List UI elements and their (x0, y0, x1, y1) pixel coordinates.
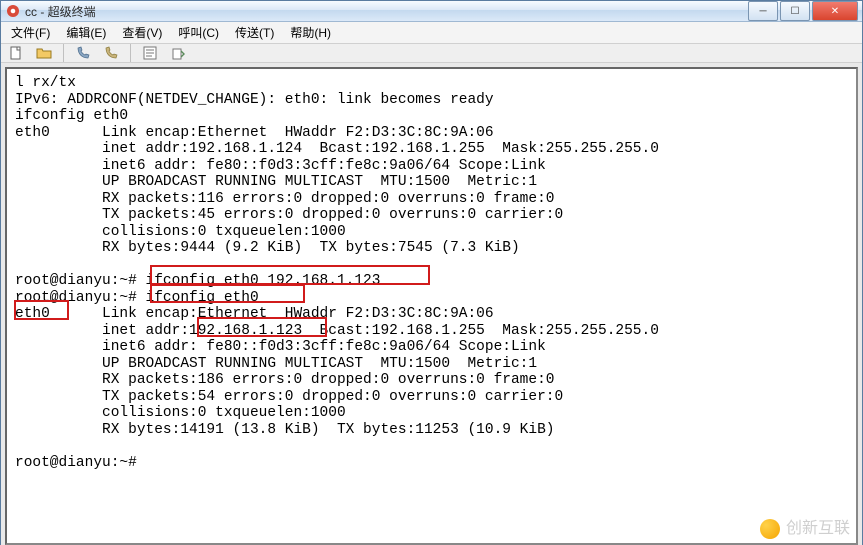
terminal-line: RX bytes:14191 (13.8 KiB) TX bytes:11253… (15, 422, 848, 439)
terminal-line: TX packets:54 errors:0 dropped:0 overrun… (15, 389, 848, 406)
titlebar: cc - 超级终端 ─ ☐ ✕ (1, 1, 862, 22)
properties-icon[interactable] (141, 44, 159, 62)
terminal-line: collisions:0 txqueuelen:1000 (15, 405, 848, 422)
phone-disconnect-icon[interactable] (102, 44, 120, 62)
toolbar-separator (130, 44, 131, 62)
menu-view[interactable]: 查看(V) (116, 22, 168, 43)
terminal-line: inet addr:192.168.1.123 Bcast:192.168.1.… (15, 323, 848, 340)
terminal-line: RX packets:186 errors:0 dropped:0 overru… (15, 372, 848, 389)
terminal-line (15, 438, 848, 455)
terminal-line: inet6 addr: fe80::f0d3:3cff:fe8c:9a06/64… (15, 158, 848, 175)
close-button[interactable]: ✕ (812, 1, 858, 21)
terminal-line: eth0 Link encap:Ethernet HWaddr F2:D3:3C… (15, 306, 848, 323)
terminal-area: l rx/txIPv6: ADDRCONF(NETDEV_CHANGE): et… (1, 63, 862, 545)
new-file-icon[interactable] (7, 44, 25, 62)
terminal-line: RX packets:116 errors:0 dropped:0 overru… (15, 191, 848, 208)
terminal-line: UP BROADCAST RUNNING MULTICAST MTU:1500 … (15, 356, 848, 373)
maximize-button[interactable]: ☐ (780, 1, 810, 21)
menu-transfer[interactable]: 传送(T) (229, 22, 280, 43)
menu-call[interactable]: 呼叫(C) (172, 22, 225, 43)
terminal-line: inet addr:192.168.1.124 Bcast:192.168.1.… (15, 141, 848, 158)
window-title: cc - 超级终端 (25, 3, 748, 20)
menu-help[interactable]: 帮助(H) (284, 22, 337, 43)
window-controls: ─ ☐ ✕ (748, 1, 858, 21)
app-icon (5, 3, 21, 19)
terminal-line: collisions:0 txqueuelen:1000 (15, 224, 848, 241)
terminal-line: l rx/tx (15, 75, 848, 92)
terminal-line: inet6 addr: fe80::f0d3:3cff:fe8c:9a06/64… (15, 339, 848, 356)
watermark-text: 创新互联 (786, 521, 850, 538)
menu-file[interactable]: 文件(F) (5, 22, 56, 43)
terminal-line: RX bytes:9444 (9.2 KiB) TX bytes:7545 (7… (15, 240, 848, 257)
terminal-line: TX packets:45 errors:0 dropped:0 overrun… (15, 207, 848, 224)
terminal-line: IPv6: ADDRCONF(NETDEV_CHANGE): eth0: lin… (15, 92, 848, 109)
watermark-logo-icon (760, 519, 780, 539)
app-window: cc - 超级终端 ─ ☐ ✕ 文件(F) 编辑(E) 查看(V) 呼叫(C) … (0, 0, 863, 545)
terminal-line: root@dianyu:~# ifconfig eth0 (15, 290, 848, 307)
terminal-output[interactable]: l rx/txIPv6: ADDRCONF(NETDEV_CHANGE): et… (5, 67, 858, 545)
terminal-line: root@dianyu:~# ifconfig eth0 192.168.1.1… (15, 273, 848, 290)
send-file-icon[interactable] (169, 44, 187, 62)
minimize-button[interactable]: ─ (748, 1, 778, 21)
menubar: 文件(F) 编辑(E) 查看(V) 呼叫(C) 传送(T) 帮助(H) (1, 22, 862, 44)
terminal-line (15, 257, 848, 274)
toolbar-separator (63, 44, 64, 62)
open-folder-icon[interactable] (35, 44, 53, 62)
toolbar (1, 44, 862, 63)
menu-edit[interactable]: 编辑(E) (60, 22, 112, 43)
terminal-line: UP BROADCAST RUNNING MULTICAST MTU:1500 … (15, 174, 848, 191)
terminal-line: root@dianyu:~# (15, 455, 848, 472)
terminal-line: eth0 Link encap:Ethernet HWaddr F2:D3:3C… (15, 125, 848, 142)
terminal-line: ifconfig eth0 (15, 108, 848, 125)
watermark: 创新互联 (760, 519, 850, 539)
phone-connect-icon[interactable] (74, 44, 92, 62)
